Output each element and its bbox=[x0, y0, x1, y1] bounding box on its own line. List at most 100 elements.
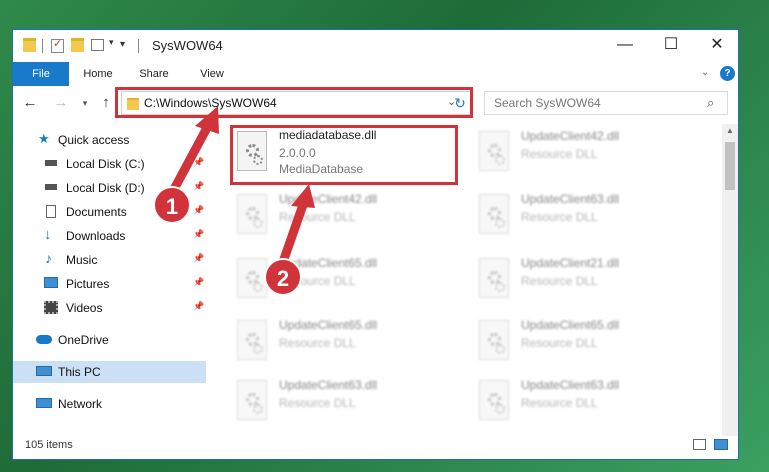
cloud-icon bbox=[36, 335, 52, 344]
back-arrow-icon[interactable]: ← bbox=[21, 94, 39, 112]
dll-file-icon bbox=[479, 320, 509, 360]
new-folder-icon[interactable] bbox=[71, 38, 84, 52]
scrollbar-thumb[interactable] bbox=[725, 142, 735, 190]
search-input[interactable]: Search SysWOW64 ⌕ bbox=[484, 91, 728, 115]
music-icon: ♪ bbox=[45, 250, 52, 266]
file-highlight-box bbox=[230, 125, 458, 185]
pin-icon[interactable]: 📌 bbox=[193, 157, 204, 168]
sidebar-item-label: Videos bbox=[66, 301, 103, 315]
dll-file-icon bbox=[479, 194, 509, 234]
file-name: UpdateClient65.dll bbox=[279, 318, 378, 332]
expand-ribbon-icon[interactable]: ⌄ bbox=[701, 67, 709, 78]
file-name: UpdateClient42.dll bbox=[279, 192, 378, 206]
close-button[interactable]: ✕ bbox=[694, 30, 740, 62]
step-1-badge: 1 bbox=[153, 186, 191, 224]
pictures-icon bbox=[44, 277, 58, 288]
dll-file-icon bbox=[237, 194, 267, 234]
sidebar-item-label: Pictures bbox=[66, 277, 110, 291]
sidebar-item-this-pc[interactable]: This PC bbox=[13, 361, 206, 383]
file-item[interactable]: UpdateClient42.dll Resource DLL bbox=[231, 188, 466, 248]
tab-view[interactable]: View bbox=[189, 62, 235, 86]
pin-icon[interactable]: 📌 bbox=[193, 205, 204, 216]
dll-file-icon bbox=[479, 131, 509, 171]
search-icon[interactable]: ⌕ bbox=[707, 95, 714, 111]
sidebar-item-label: This PC bbox=[58, 365, 101, 379]
dll-file-icon bbox=[237, 320, 267, 360]
file-item[interactable]: UpdateClient65.dll Resource DLL bbox=[473, 314, 708, 374]
videos-icon bbox=[44, 301, 58, 314]
maximize-button[interactable]: ☐ bbox=[648, 30, 694, 62]
sidebar-item-quick-access[interactable]: ★ Quick access bbox=[13, 129, 206, 151]
pin-icon[interactable]: 📌 bbox=[193, 277, 204, 288]
file-description: Resource DLL bbox=[521, 396, 598, 410]
file-description: Resource DLL bbox=[521, 274, 598, 288]
address-highlight-box bbox=[115, 87, 473, 118]
sidebar-item-label: OneDrive bbox=[58, 333, 109, 347]
file-name: UpdateClient21.dll bbox=[521, 256, 620, 270]
vertical-scrollbar[interactable]: ▲ bbox=[722, 124, 738, 436]
sidebar-item-videos[interactable]: Videos 📌 bbox=[13, 297, 206, 319]
file-description: Resource DLL bbox=[279, 396, 356, 410]
item-count: 105 items bbox=[25, 439, 73, 451]
customize-toolbar-icon[interactable]: ▾ bbox=[120, 39, 125, 55]
tab-home[interactable]: Home bbox=[75, 62, 121, 86]
window-title: SysWOW64 bbox=[152, 38, 223, 53]
sidebar-item-label: Local Disk (C:) bbox=[66, 157, 145, 171]
sidebar-item-local-disk-c[interactable]: Local Disk (C:) 📌 bbox=[13, 153, 206, 175]
help-icon[interactable]: ? bbox=[720, 66, 735, 81]
title-bar: ✓ ▾ ▾ SysWOW64 — ☐ ✕ bbox=[13, 30, 738, 62]
details-view-icon[interactable] bbox=[693, 439, 706, 450]
sidebar-item-label: Downloads bbox=[66, 229, 126, 243]
tab-file[interactable]: File bbox=[13, 62, 69, 86]
file-description: Resource DLL bbox=[279, 336, 356, 350]
file-name: UpdateClient42.dll bbox=[521, 129, 620, 143]
scroll-up-icon[interactable]: ▲ bbox=[726, 126, 734, 135]
sidebar-item-label: Documents bbox=[66, 205, 127, 219]
file-item[interactable]: UpdateClient42.dll Resource DLL bbox=[473, 125, 708, 185]
file-item[interactable]: UpdateClient21.dll Resource DLL bbox=[473, 252, 708, 312]
file-name: UpdateClient63.dll bbox=[521, 192, 620, 206]
pin-icon[interactable]: 📌 bbox=[193, 229, 204, 240]
sidebar-item-pictures[interactable]: Pictures 📌 bbox=[13, 273, 206, 295]
file-item[interactable]: UpdateClient63.dll Resource DLL bbox=[473, 188, 708, 248]
chevron-down-icon[interactable]: ▾ bbox=[109, 37, 114, 53]
forward-arrow-icon[interactable]: → bbox=[52, 94, 70, 112]
pin-icon[interactable]: 📌 bbox=[193, 181, 204, 192]
sidebar-item-music[interactable]: ♪ Music 📌 bbox=[13, 249, 206, 271]
file-description: Resource DLL bbox=[521, 336, 598, 350]
file-description: Resource DLL bbox=[279, 210, 356, 224]
view-options-icon[interactable] bbox=[91, 39, 104, 51]
minimize-button[interactable]: — bbox=[602, 30, 648, 62]
pin-icon[interactable]: 📌 bbox=[193, 301, 204, 312]
search-placeholder: Search SysWOW64 bbox=[494, 96, 601, 110]
file-item[interactable]: UpdateClient65.dll Resource DLL bbox=[231, 314, 466, 374]
sidebar-item-downloads[interactable]: ↓ Downloads 📌 bbox=[13, 225, 206, 247]
file-description: Resource DLL bbox=[521, 147, 598, 161]
documents-icon bbox=[46, 205, 56, 218]
status-bar: 105 items bbox=[13, 433, 738, 459]
drive-icon bbox=[45, 184, 57, 190]
recent-locations-icon[interactable]: ▾ bbox=[76, 94, 94, 112]
file-name: UpdateClient63.dll bbox=[279, 378, 378, 392]
network-icon bbox=[36, 398, 52, 408]
file-description: Resource DLL bbox=[521, 210, 598, 224]
pin-icon[interactable]: 📌 bbox=[193, 253, 204, 264]
drive-icon bbox=[45, 160, 57, 166]
properties-icon[interactable]: ✓ bbox=[51, 38, 64, 53]
file-item[interactable]: UpdateClient63.dll Resource DLL bbox=[473, 374, 708, 434]
large-icons-view-icon[interactable] bbox=[714, 439, 728, 450]
toolbar-separator bbox=[42, 39, 43, 53]
sidebar-item-network[interactable]: Network bbox=[13, 393, 206, 415]
folder-icon[interactable] bbox=[23, 38, 36, 52]
file-item[interactable]: UpdateClient63.dll Resource DLL bbox=[231, 374, 466, 434]
toolbar-separator bbox=[138, 39, 139, 53]
sidebar-item-label: Quick access bbox=[58, 133, 130, 147]
sidebar-item-label: Network bbox=[58, 397, 103, 411]
star-icon: ★ bbox=[38, 131, 50, 146]
sidebar-item-onedrive[interactable]: OneDrive bbox=[13, 329, 206, 351]
step-2-badge: 2 bbox=[264, 258, 302, 296]
file-name: UpdateClient65.dll bbox=[521, 318, 620, 332]
tab-share[interactable]: Share bbox=[131, 62, 177, 86]
up-arrow-icon[interactable]: ↑ bbox=[97, 94, 115, 112]
dll-file-icon bbox=[237, 258, 267, 298]
